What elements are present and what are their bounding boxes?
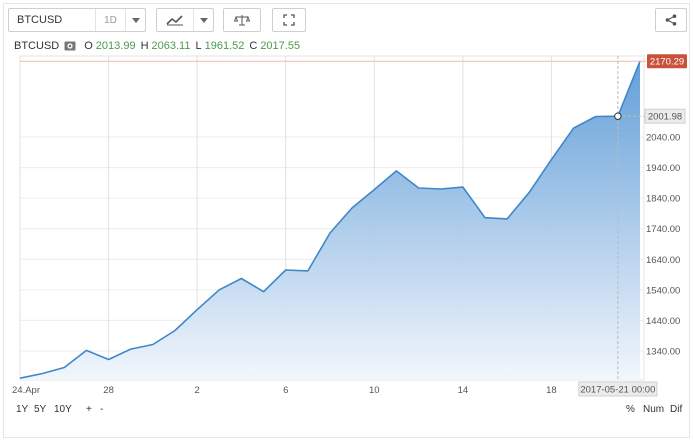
x-tick-label: 24.Apr: [12, 385, 40, 396]
data-point: [351, 207, 353, 209]
crosshair-date-label: 2017-05-21 00:00: [580, 385, 655, 396]
data-point: [550, 158, 552, 160]
bottom-bar: 1Y 5Y 10Y + - % Num Dif: [14, 404, 686, 418]
data-point: [107, 358, 109, 360]
y-axis: 1340.00 1440.00 1540.00 1640.00 1740.00 1840.…: [646, 133, 680, 358]
y-tick-label: 1540.00: [646, 285, 680, 296]
data-point: [152, 343, 154, 345]
data-point: [130, 348, 132, 350]
data-point: [41, 372, 43, 374]
x-tick-label: 14: [458, 385, 469, 396]
price-chart[interactable]: 1340.00 1440.00 1540.00 1640.00 1740.00 1840.…: [0, 0, 693, 441]
data-point: [572, 127, 574, 129]
data-point: [373, 188, 375, 190]
data-point: [85, 349, 87, 351]
y-tick-label: 1640.00: [646, 255, 680, 266]
data-point: [528, 191, 530, 193]
data-point: [595, 115, 597, 117]
data-point: [285, 269, 287, 271]
data-point: [329, 232, 331, 234]
y-tick-label: 1940.00: [646, 163, 680, 174]
x-tick-label: 6: [283, 385, 288, 396]
mode-dif-button[interactable]: Dif: [670, 404, 682, 415]
y-tick-label: 1440.00: [646, 316, 680, 327]
y-tick-label: 2040.00: [646, 133, 680, 144]
x-tick-label: 28: [103, 385, 114, 396]
data-point: [196, 308, 198, 310]
data-point: [63, 366, 65, 368]
y-tick-label: 1740.00: [646, 224, 680, 235]
y-tick-label: 1340.00: [646, 346, 680, 357]
last-price-label: 2170.29: [650, 57, 684, 68]
crosshair-marker: [614, 112, 622, 120]
data-point: [218, 289, 220, 291]
data-point: [440, 188, 442, 190]
x-tick-label: 2: [194, 385, 199, 396]
mode-percent-button[interactable]: %: [626, 404, 635, 415]
x-tick-label: 10: [369, 385, 380, 396]
data-point: [417, 187, 419, 189]
zoom-out-button[interactable]: -: [100, 404, 103, 415]
data-point: [506, 218, 508, 220]
zoom-in-button[interactable]: +: [86, 404, 92, 415]
x-axis: 24.Apr 28 2 6 10 14 18: [12, 385, 557, 396]
data-point: [484, 216, 486, 218]
data-point: [462, 186, 464, 188]
data-point: [262, 290, 264, 292]
range-5y-button[interactable]: 5Y: [34, 404, 46, 415]
y-tick-label: 1840.00: [646, 194, 680, 205]
data-point: [240, 277, 242, 279]
data-point: [395, 170, 397, 172]
x-tick-label: 18: [546, 385, 557, 396]
crosshair-price-label: 2001.98: [648, 112, 682, 123]
data-point: [174, 329, 176, 331]
data-point: [19, 377, 21, 379]
data-point: [307, 270, 309, 272]
mode-num-button[interactable]: Num: [643, 404, 664, 415]
range-10y-button[interactable]: 10Y: [54, 404, 72, 415]
range-1y-button[interactable]: 1Y: [16, 404, 28, 415]
